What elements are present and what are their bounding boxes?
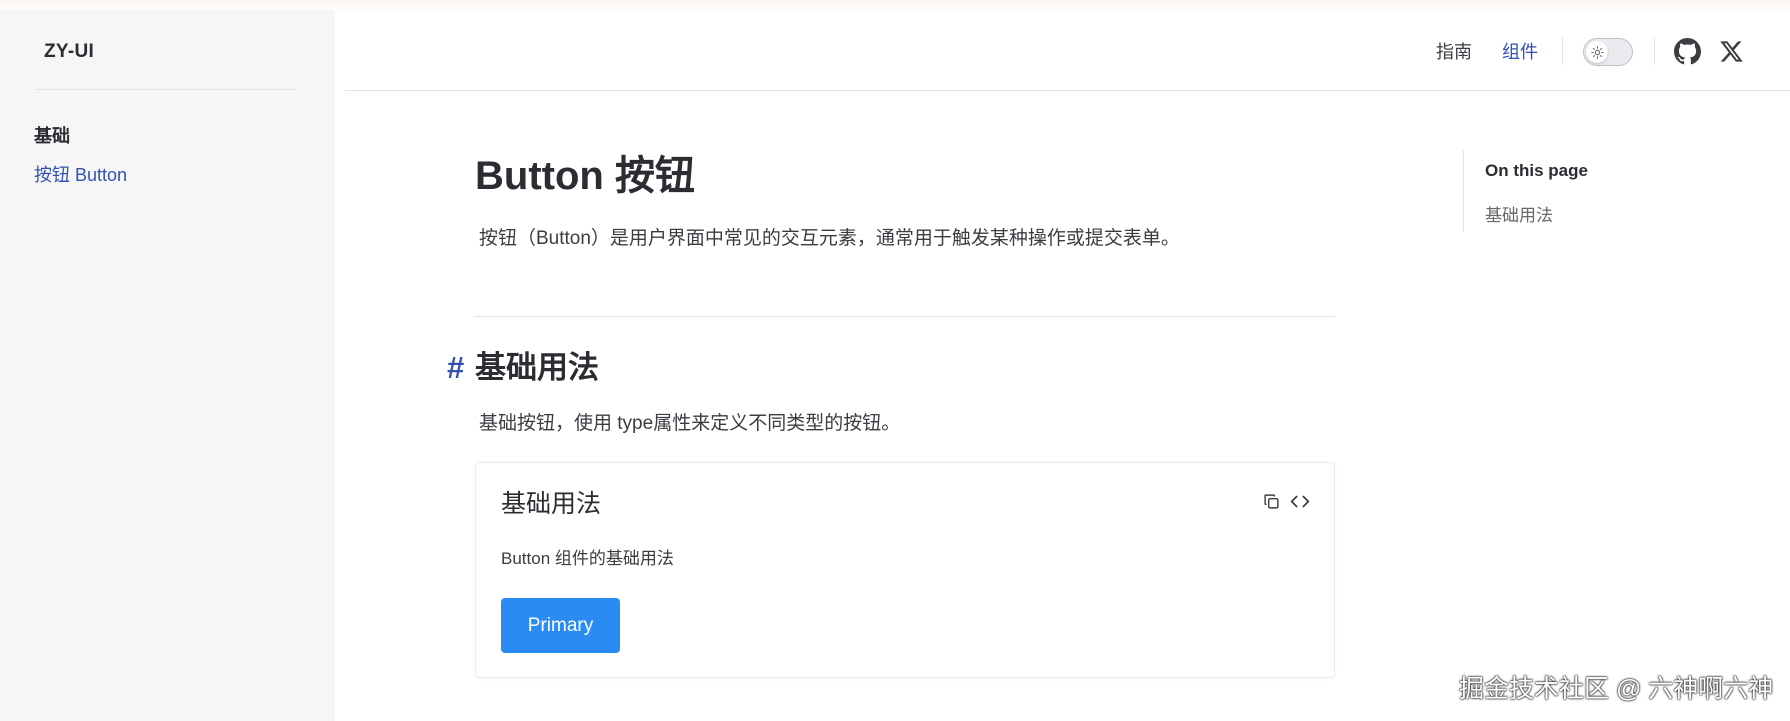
page-outline: On this page 基础用法: [1463, 150, 1663, 231]
outline-title: On this page: [1485, 161, 1588, 180]
nav-link-components[interactable]: 组件: [1502, 38, 1538, 64]
sidebar: ZY-UI 基础 按钮 Button: [0, 10, 335, 721]
toggle-knob: [1586, 41, 1608, 63]
demo-actions: [1263, 493, 1310, 510]
section-heading: 基础用法: [475, 350, 599, 385]
nav-link-guide[interactable]: 指南: [1436, 38, 1472, 64]
page-description: 按钮（Button）是用户界面中常见的交互元素，通常用于触发某种操作或提交表单。: [479, 228, 1180, 249]
section-anchor-link[interactable]: #: [447, 348, 464, 388]
sidebar-divider: [36, 89, 296, 90]
demo-card: 基础用法 Button 组件的基础用法 Primary: [475, 462, 1335, 678]
code-icon[interactable]: [1290, 493, 1310, 510]
outline-item-basic-usage[interactable]: 基础用法: [1485, 201, 1553, 226]
sidebar-item-button[interactable]: 按钮 Button: [34, 161, 127, 187]
x-twitter-icon[interactable]: [1719, 39, 1744, 69]
content-divider: [475, 316, 1335, 317]
section-description: 基础按钮，使用 type属性来定义不同类型的按钮。: [479, 413, 901, 434]
github-icon[interactable]: [1674, 38, 1701, 70]
demo-title: 基础用法: [501, 490, 602, 518]
copy-icon[interactable]: [1263, 493, 1280, 510]
sun-icon: [1590, 45, 1604, 59]
sidebar-group-title: 基础: [34, 126, 70, 146]
nav-separator: [1562, 37, 1563, 65]
theme-toggle-switch[interactable]: [1583, 38, 1633, 66]
page-title: Button 按钮: [475, 154, 695, 198]
primary-button[interactable]: Primary: [501, 598, 620, 653]
brand-logo[interactable]: ZY-UI: [44, 41, 94, 63]
nav-separator: [1654, 37, 1655, 65]
watermark: 掘金技术社区 @ 六神啊六神: [1459, 675, 1774, 703]
demo-description: Button 组件的基础用法: [501, 549, 674, 568]
top-navbar: 指南 组件: [345, 10, 1790, 91]
